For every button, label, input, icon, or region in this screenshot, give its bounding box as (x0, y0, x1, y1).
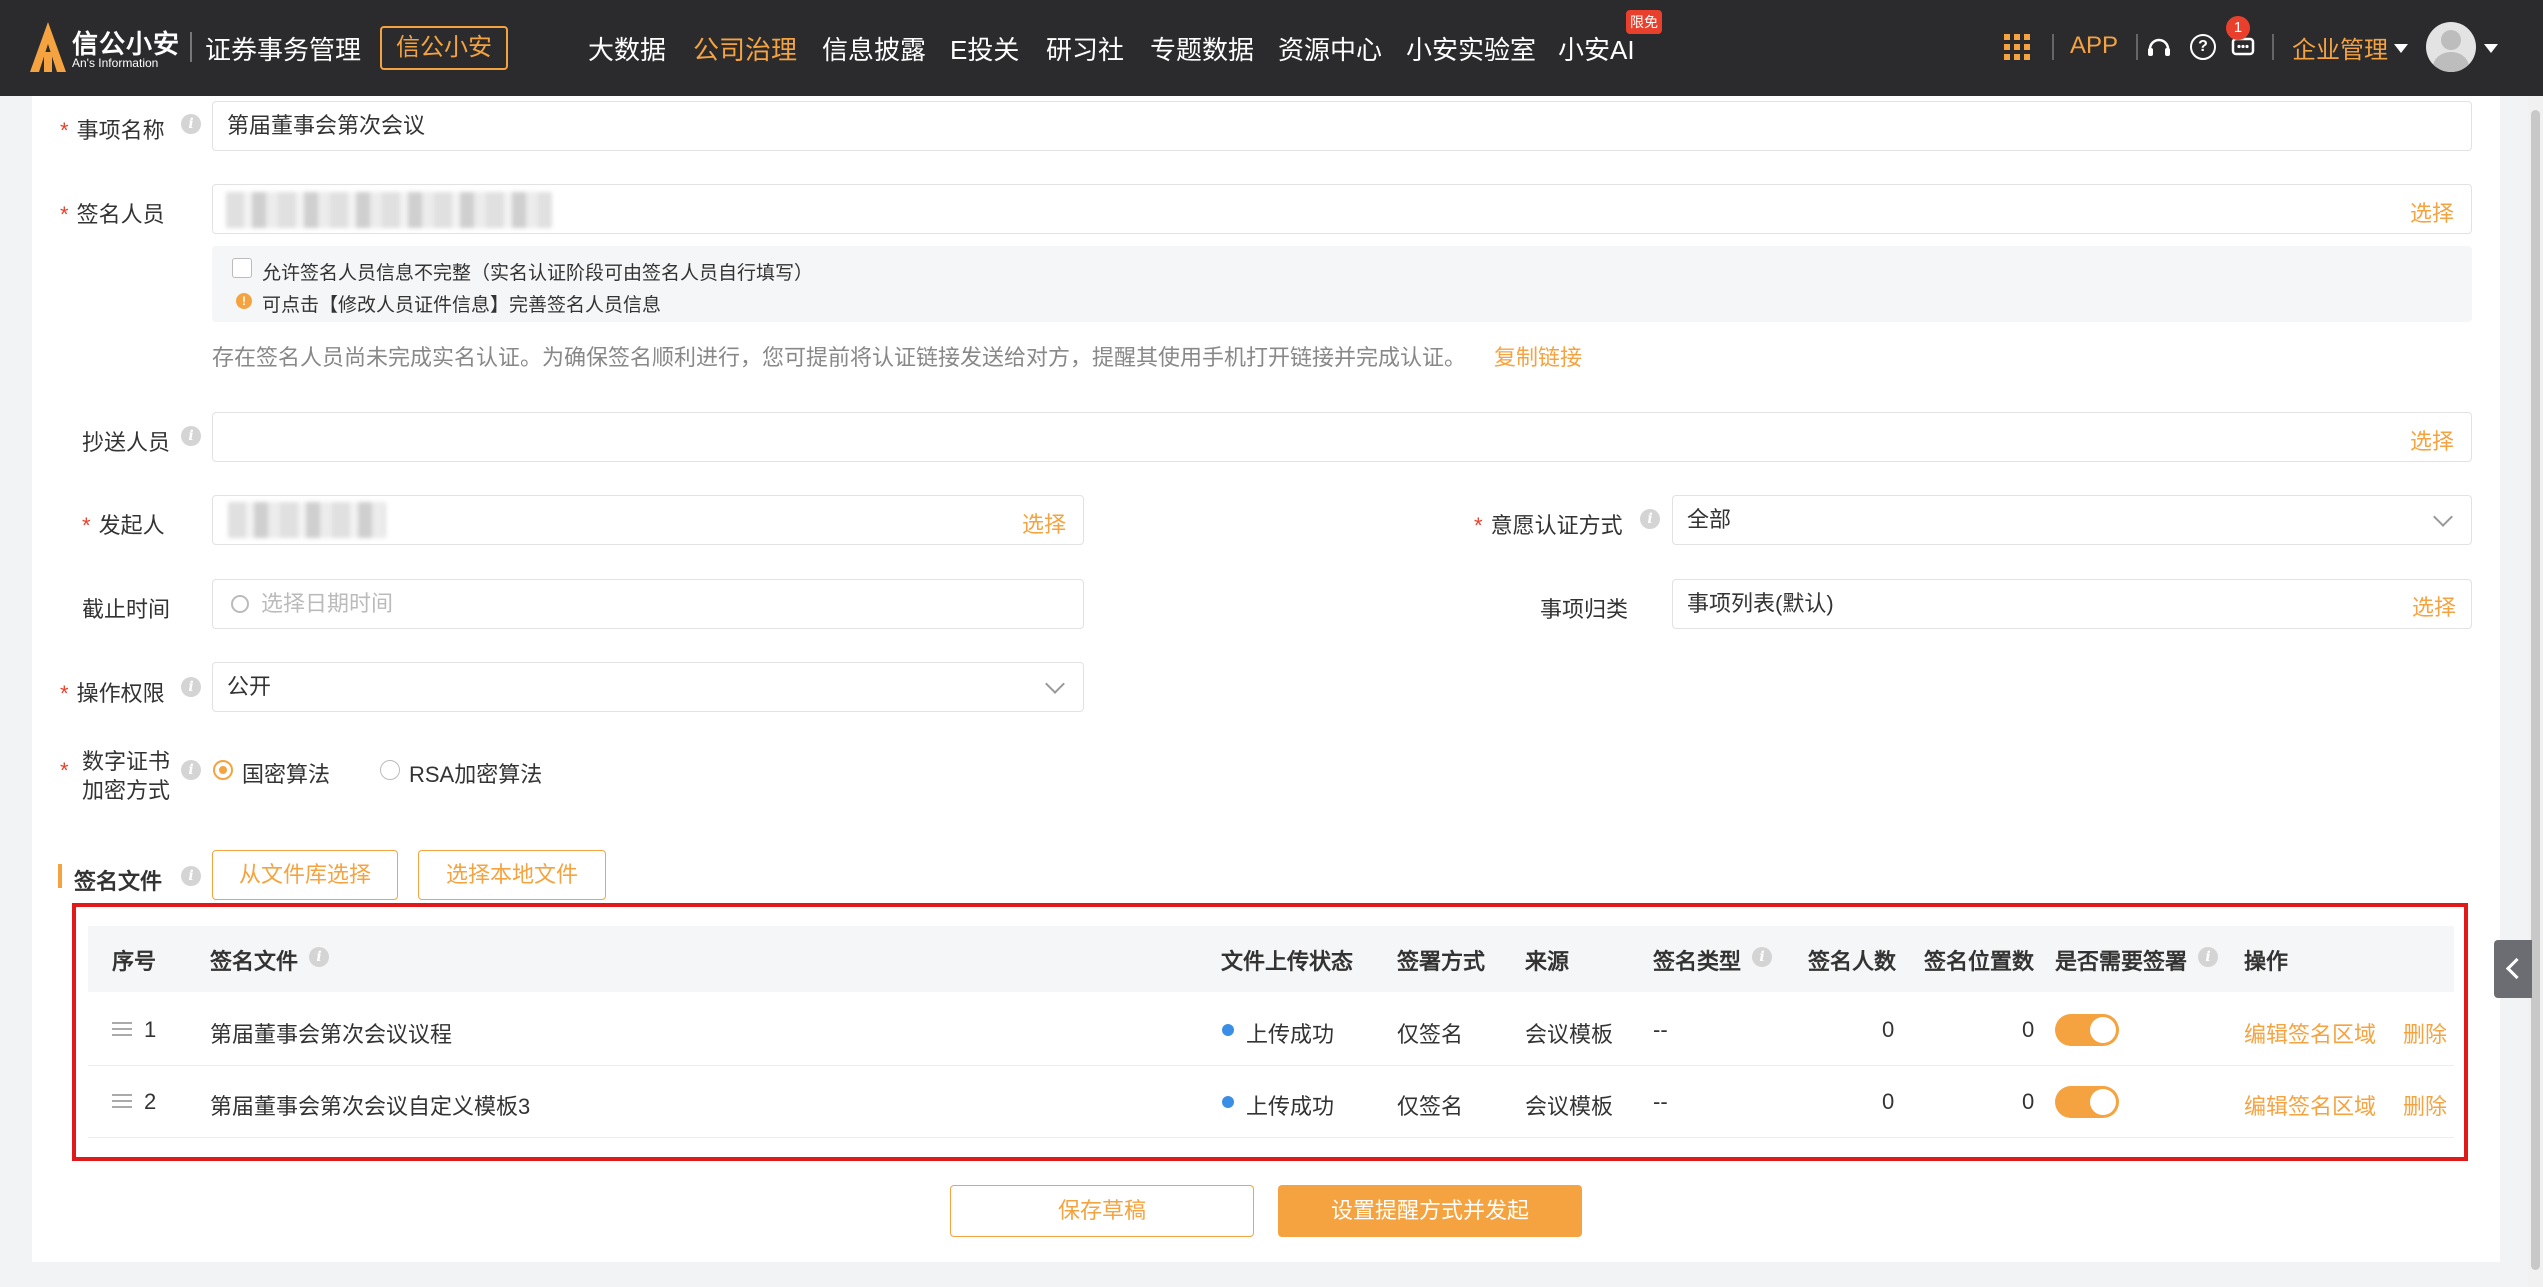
nav-study-club[interactable]: 研习社 (1046, 30, 1124, 67)
allow-incomplete-checkbox[interactable] (232, 258, 252, 278)
logo-icon (30, 22, 66, 72)
nav-lab[interactable]: 小安实验室 (1406, 30, 1536, 67)
nav-ai[interactable]: 小安AI (1558, 30, 1635, 67)
signer-chips-redacted (226, 192, 552, 228)
deadline-placeholder: 选择日期时间 (261, 591, 394, 616)
nav-topic-data[interactable]: 专题数据 (1150, 30, 1254, 67)
category-label: 事项归类 (1540, 597, 1629, 622)
toolbar-divider (2052, 34, 2054, 60)
allow-incomplete-label: 允许签名人员信息不完整（实名认证阶段可由签名人员自行填写） (262, 263, 814, 284)
info-icon[interactable]: i (181, 760, 201, 780)
collapse-side-panel-button[interactable] (2494, 940, 2532, 998)
cc-label: 抄送人员 (82, 430, 171, 455)
apps-grid-icon[interactable] (2004, 34, 2030, 60)
toolbar-divider (2272, 34, 2274, 60)
section-accent-bar (58, 864, 62, 888)
permission-select[interactable]: 公开 (212, 662, 1084, 712)
warning-icon: ! (236, 293, 252, 309)
notification-badge: 1 (2226, 16, 2250, 40)
intent-auth-label: * 意愿认证方式 (1474, 513, 1623, 538)
company-menu[interactable]: 企业管理 (2292, 30, 2388, 65)
cert-encryption-label-2: 加密方式 (82, 778, 171, 803)
edit-hint-text: 可点击【修改人员证件信息】完善签名人员信息 (262, 295, 662, 316)
cc-select-link[interactable]: 选择 (2410, 424, 2454, 456)
copy-link[interactable]: 复制链接 (1494, 340, 1582, 372)
cc-input[interactable] (212, 412, 2472, 462)
info-icon[interactable]: i (181, 114, 201, 134)
info-icon[interactable]: i (1640, 509, 1660, 529)
submit-button[interactable]: 设置提醒方式并发起 (1278, 1185, 1582, 1237)
select-from-library-button[interactable]: 从文件库选择 (212, 850, 398, 900)
auth-note-text: 存在签名人员尚未完成实名认证。为确保签名顺利进行，您可提前将认证链接发送给对方，… (212, 345, 1467, 370)
avatar[interactable] (2426, 22, 2476, 72)
info-icon[interactable]: i (181, 866, 201, 886)
table-highlight-frame (72, 903, 2468, 1161)
signers-label: * 签名人员 (60, 202, 165, 227)
deadline-label: 截止时间 (82, 597, 171, 622)
module-title: 证券事务管理 (205, 35, 362, 65)
initiator-select-link[interactable]: 选择 (1022, 507, 1066, 539)
select-local-file-button[interactable]: 选择本地文件 (418, 850, 606, 900)
toolbar-divider (2136, 34, 2138, 60)
required-mark: * (60, 758, 69, 783)
caret-down-icon[interactable] (2394, 44, 2408, 53)
brand-button[interactable]: 信公小安 (380, 26, 508, 70)
help-icon[interactable]: ? (2190, 34, 2216, 60)
info-icon[interactable]: i (181, 677, 201, 697)
item-name-input[interactable]: 第届董事会第次会议 (212, 101, 2472, 151)
scrollbar-thumb[interactable] (2531, 110, 2540, 1270)
save-draft-button[interactable]: 保存草稿 (950, 1185, 1254, 1237)
nav-corporate-governance[interactable]: 公司治理 (693, 30, 797, 67)
radio-rsa-algorithm-label[interactable]: RSA加密算法 (409, 757, 542, 789)
category-select-link[interactable]: 选择 (2412, 590, 2456, 622)
app-link[interactable]: APP (2070, 32, 2118, 60)
caret-down-icon[interactable] (2484, 44, 2498, 53)
top-navigation-bar: 信公小安 An's Information 证券事务管理 信公小安 大数据 公司… (0, 0, 2543, 96)
nav-disclosure[interactable]: 信息披露 (822, 30, 926, 67)
intent-auth-select[interactable]: 全部 (1672, 495, 2472, 545)
logo-subtitle: An's Information (72, 56, 159, 70)
radio-rsa-algorithm[interactable] (380, 760, 400, 780)
signers-select-link[interactable]: 选择 (2410, 196, 2454, 228)
nav-big-data[interactable]: 大数据 (588, 30, 666, 67)
nav-e-investor-relations[interactable]: E投关 (950, 30, 1019, 67)
brand-divider (190, 32, 192, 62)
initiator-chip-redacted (228, 502, 386, 538)
clock-icon (231, 595, 249, 613)
free-badge: 限免 (1626, 10, 1662, 34)
radio-sm-algorithm-label[interactable]: 国密算法 (242, 757, 330, 789)
item-name-label: * 事项名称 (60, 118, 165, 143)
headset-icon[interactable] (2146, 34, 2172, 60)
category-input[interactable]: 事项列表(默认) (1672, 579, 2472, 629)
deadline-picker[interactable]: 选择日期时间 (212, 579, 1084, 629)
nav-resource-center[interactable]: 资源中心 (1278, 30, 1382, 67)
radio-sm-algorithm[interactable] (213, 760, 233, 780)
initiator-label: * 发起人 (82, 513, 165, 538)
permission-label: * 操作权限 (60, 681, 165, 706)
files-section-title: 签名文件 (74, 869, 163, 894)
info-icon[interactable]: i (181, 426, 201, 446)
cert-encryption-label-1: 数字证书 (82, 749, 171, 774)
